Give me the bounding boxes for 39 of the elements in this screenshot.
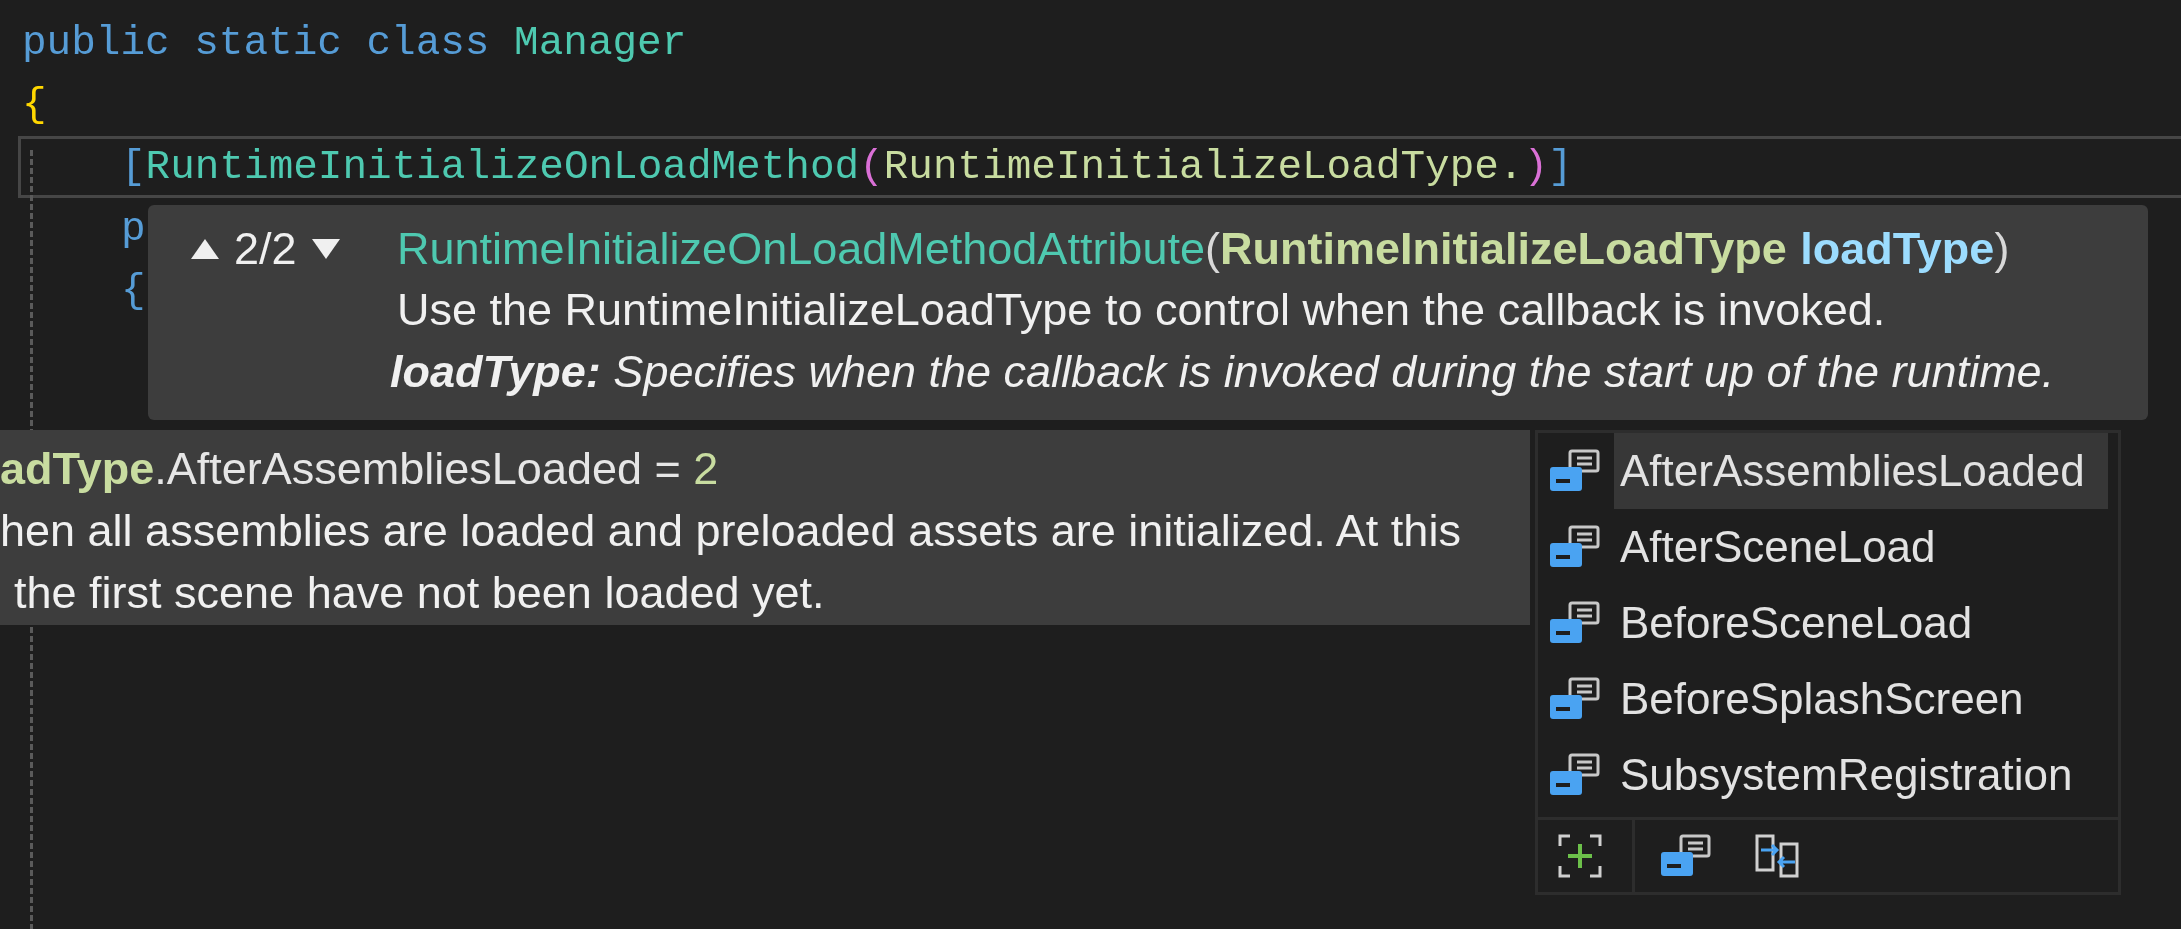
completion-item[interactable]: AfterAssembliesLoaded: [1614, 433, 2108, 509]
completion-item[interactable]: AfterSceneLoad: [1614, 509, 2108, 585]
signature-text: loadType: [1800, 223, 1995, 274]
completion-item[interactable]: BeforeSplashScreen: [1614, 661, 2108, 737]
member-signature-text: adType: [0, 443, 155, 494]
completion-item[interactable]: BeforeSceneLoad: [1614, 585, 2108, 661]
code-text: p: [121, 206, 146, 252]
member-signature-text: 2: [693, 443, 719, 494]
parameter-description: loadType: Specifies when the callback is invoked during the start up of the runtime.: [390, 345, 2056, 399]
code-text: RuntimeInitializeOnLoadMethod: [145, 144, 860, 190]
signature-text: (: [1204, 223, 1220, 274]
enum-item-icon: [1548, 753, 1600, 797]
code-text: (: [859, 144, 884, 190]
enum-item-icon: [1548, 601, 1600, 645]
code-text: {: [121, 268, 146, 314]
code-text: {: [22, 82, 47, 128]
completion-item[interactable]: SubsystemRegistration: [1614, 737, 2108, 813]
description-text: Use the RuntimeInitializeLoadType to control when the callback is invoked.: [397, 283, 1887, 337]
member-signature-text: .AfterAssembliesLoaded =: [154, 443, 682, 494]
enum-item-icon: [1548, 525, 1600, 569]
enum-filter-icon[interactable]: [1659, 834, 1711, 878]
insert-arrows-icon[interactable]: [1755, 834, 1799, 878]
code-text: RuntimeInitializeLoadType.: [883, 144, 1524, 190]
signature-text: RuntimeInitializeLoadType: [1219, 223, 1787, 274]
code-text: ]: [1548, 144, 1573, 190]
description-text: hen all assemblies are loaded and preloaded assets are initialized. At this: [0, 504, 1462, 558]
up-arrow-icon[interactable]: [190, 238, 220, 260]
code-text: Manager: [514, 20, 687, 66]
description-text: the first scene have not been loaded yet.: [13, 566, 826, 620]
signature-text: RuntimeInitializeOnLoadMethodAttribute: [397, 223, 1205, 274]
overload-counter: 2/2: [234, 223, 297, 275]
enum-item-icon: [1548, 677, 1600, 721]
code-text: [: [121, 144, 146, 190]
enum-item-icon: [1548, 449, 1600, 493]
signature-text: ): [1994, 223, 2010, 274]
snippet-filter-icon[interactable]: [1558, 834, 1602, 878]
code-text: ): [1523, 144, 1549, 190]
code-text: public static class: [22, 20, 491, 66]
down-arrow-icon[interactable]: [310, 238, 341, 260]
